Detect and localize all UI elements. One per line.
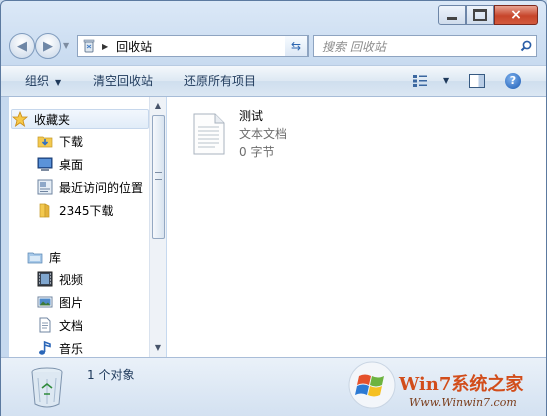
- organize-button[interactable]: 组织 ▼: [25, 66, 61, 96]
- explorer-window: × ◀ ▶ ▼ ▶ 回收站 ▼ ⇆ 搜索 回收站 组织 ▼ 清空回收站 还原所有项…: [0, 0, 547, 416]
- views-caret-icon: ▼: [443, 76, 450, 85]
- nav-favorites[interactable]: 收藏夹: [11, 109, 149, 129]
- restore-all-items-button[interactable]: 还原所有项目: [184, 66, 256, 96]
- recycle-bin-small-icon: [83, 39, 95, 53]
- organize-label: 组织: [25, 74, 50, 88]
- back-arrow-icon: ◀: [17, 38, 27, 54]
- navigation-pane: 收藏夹 下载 桌面 最近访问的位置 2345下载 库 视频 图片 文档 音乐: [9, 97, 149, 357]
- nav-libraries[interactable]: 库: [27, 247, 61, 267]
- file-size: 0 字节: [239, 145, 275, 159]
- download-folder-icon: [37, 133, 53, 149]
- watermark-url: Www.Winwin7.com: [409, 396, 517, 409]
- watermark-brand: Win7系统之家: [399, 374, 524, 395]
- change-view-button[interactable]: ▼: [413, 66, 449, 96]
- refresh-button[interactable]: ⇆: [285, 35, 308, 57]
- text-document-icon: [193, 113, 225, 155]
- address-bar[interactable]: ▶ 回收站 ▼: [77, 35, 309, 57]
- nav-favorites-label: 收藏夹: [34, 112, 71, 127]
- documents-library-icon: [37, 317, 53, 333]
- preview-pane-button[interactable]: [469, 74, 485, 88]
- command-bar: 组织 ▼ 清空回收站 还原所有项目 ▼ ?: [1, 65, 546, 97]
- empty-recycle-bin-button[interactable]: 清空回收站: [93, 66, 153, 96]
- refresh-icon: ⇆: [290, 39, 302, 53]
- file-type: 文本文档: [239, 127, 288, 141]
- desktop-icon: [37, 156, 53, 172]
- video-library-icon: [37, 271, 53, 287]
- file-name: 测试: [239, 109, 264, 123]
- scroll-up-icon[interactable]: ▲: [150, 99, 166, 113]
- nav-item-documents[interactable]: 文档: [37, 315, 83, 335]
- nav-item-label: 音乐: [59, 341, 84, 356]
- nav-item-2345-downloads[interactable]: 2345下载: [37, 200, 114, 220]
- nav-item-videos[interactable]: 视频: [37, 269, 83, 289]
- minimize-icon: [447, 16, 457, 20]
- nav-item-recent-places[interactable]: 最近访问的位置: [37, 177, 143, 197]
- music-library-icon: [37, 340, 53, 356]
- help-icon: ?: [509, 74, 517, 87]
- breadcrumb-current[interactable]: 回收站: [116, 38, 292, 55]
- maximize-button[interactable]: [466, 5, 494, 25]
- nav-libraries-label: 库: [49, 250, 62, 265]
- forward-button[interactable]: ▶: [35, 33, 61, 59]
- nav-item-label: 下载: [59, 134, 84, 149]
- search-input[interactable]: 搜索 回收站: [322, 38, 516, 55]
- nav-item-pictures[interactable]: 图片: [37, 292, 83, 312]
- nav-item-label: 图片: [59, 295, 84, 310]
- scroll-down-icon[interactable]: ▼: [150, 341, 166, 355]
- caption-buttons: ×: [438, 5, 538, 25]
- nav-item-label: 文档: [59, 318, 84, 333]
- nav-item-downloads[interactable]: 下载: [37, 131, 83, 151]
- recent-places-icon: [37, 179, 53, 195]
- back-button[interactable]: ◀: [9, 33, 35, 59]
- navigation-row: ◀ ▶ ▼ ▶ 回收站 ▼ ⇆ 搜索 回收站: [9, 31, 538, 61]
- watermark: Win7系统之家 Www.Winwin7.com: [347, 360, 542, 414]
- nav-item-label: 桌面: [59, 157, 84, 172]
- help-button[interactable]: ?: [505, 73, 521, 89]
- breadcrumb-separator-icon[interactable]: ▶: [102, 42, 108, 51]
- nav-item-label: 视频: [59, 272, 84, 287]
- nav-item-music[interactable]: 音乐: [37, 338, 83, 357]
- navigation-pane-scrollbar[interactable]: ▲ ▼: [149, 97, 166, 357]
- scroll-grip-icon: [155, 172, 162, 180]
- recycle-bin-icon: [31, 367, 63, 408]
- maximize-icon: [473, 9, 487, 21]
- pictures-library-icon: [37, 294, 53, 310]
- scroll-thumb[interactable]: [152, 115, 165, 239]
- search-box[interactable]: 搜索 回收站: [313, 35, 537, 57]
- close-button[interactable]: ×: [494, 5, 538, 25]
- forward-arrow-icon: ▶: [43, 38, 53, 54]
- file-list: 测试 文本文档 0 字节: [167, 97, 546, 357]
- nav-item-label: 2345下载: [59, 203, 114, 218]
- windows-logo-icon: [348, 361, 396, 409]
- close-icon: ×: [510, 7, 522, 23]
- folder-icon: [37, 202, 53, 218]
- organize-caret-icon: ▼: [55, 78, 62, 87]
- nav-item-desktop[interactable]: 桌面: [37, 154, 83, 174]
- item-count: 1 个对象: [87, 368, 135, 382]
- views-icon: [413, 75, 427, 87]
- recent-pages-dropdown[interactable]: ▼: [63, 41, 69, 50]
- details-pane: 1 个对象 Win7系统之家 Www.Winwin7.com: [1, 357, 546, 416]
- star-icon: [12, 111, 28, 127]
- nav-item-label: 最近访问的位置: [59, 180, 144, 195]
- libraries-icon: [27, 249, 43, 265]
- minimize-button[interactable]: [438, 5, 466, 25]
- search-icon[interactable]: [516, 40, 536, 52]
